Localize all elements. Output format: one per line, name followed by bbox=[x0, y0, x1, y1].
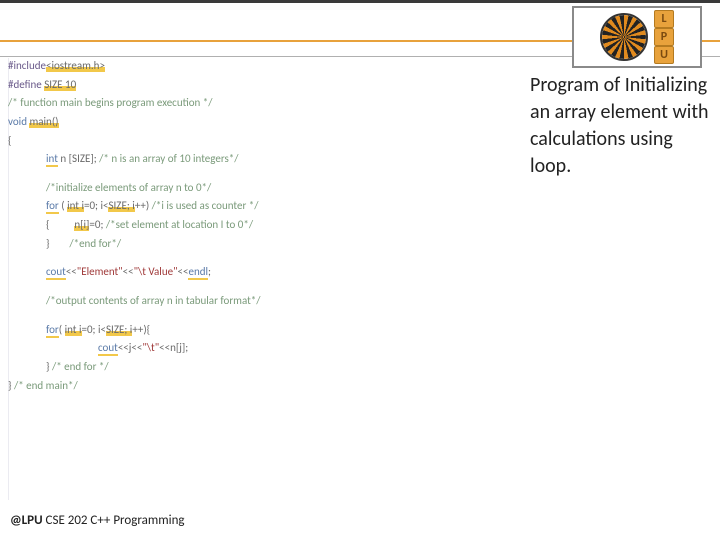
code-include: #include bbox=[8, 59, 46, 72]
code-cout1-op2: << bbox=[123, 265, 134, 278]
code-for2-p2: =0; i< bbox=[82, 323, 107, 336]
logo: L P U bbox=[572, 6, 702, 68]
code-for1-end-brace: } bbox=[46, 237, 69, 250]
code-for1: for bbox=[46, 199, 59, 214]
code-int: int bbox=[46, 152, 58, 167]
code-cout1-s1: "Element" bbox=[77, 265, 123, 278]
code-brace-open: { bbox=[8, 135, 508, 148]
code-cout1: cout bbox=[46, 265, 66, 280]
code-init-cmt: /*initialize elements of array n to 0*/ bbox=[8, 182, 508, 195]
code-for2-p3: ++){ bbox=[132, 323, 150, 336]
code-main-end-cmt: /* end main*/ bbox=[14, 379, 78, 392]
code-cout1-op1: << bbox=[66, 265, 77, 278]
code-assign-cmt: /*set element at location I to 0*/ bbox=[106, 218, 253, 231]
code-for2-decl: int i bbox=[65, 323, 82, 336]
code-define: #define bbox=[8, 78, 44, 91]
code-for1-decl: int i bbox=[67, 199, 84, 212]
code-for1-p3: ++) bbox=[135, 199, 152, 212]
code-decl: n [SIZE]; bbox=[58, 152, 99, 165]
code-for2-end-cmt: /* end for */ bbox=[52, 360, 109, 373]
tile-p: P bbox=[654, 28, 674, 46]
code-include-header: <iostream.h> bbox=[46, 59, 105, 72]
footer-rest: CSE 202 C++ Programming bbox=[43, 513, 185, 528]
code-for1-body-brace: { bbox=[46, 218, 74, 231]
tile-l: L bbox=[654, 10, 674, 28]
code-for1-cmt: /*i is used as counter */ bbox=[152, 199, 259, 212]
code-block: #include<iostream.h> #define SIZE 10 /* … bbox=[8, 60, 508, 398]
code-cout2-rest: <<n[j]; bbox=[159, 341, 188, 354]
code-cout2: cout bbox=[98, 341, 118, 356]
footer-bold: @LPU bbox=[10, 513, 43, 528]
code-cout1-semi: ; bbox=[208, 265, 211, 278]
sunburst-icon bbox=[600, 13, 648, 61]
code-decl-cmt: /* n is an array of 10 integers*/ bbox=[99, 152, 238, 165]
code-assign: n[i] bbox=[74, 218, 89, 231]
code-assign-rest: =0; bbox=[89, 218, 105, 231]
code-for2-cond: SIZE; i bbox=[106, 323, 132, 336]
code-cout1-op3: << bbox=[178, 265, 189, 278]
code-for2: for bbox=[46, 323, 59, 338]
tile-u: U bbox=[654, 46, 674, 64]
code-main: main() bbox=[29, 115, 58, 128]
code-comment-main: /* function main begins program executio… bbox=[8, 97, 508, 110]
code-endl: endl bbox=[188, 265, 208, 280]
slide-title: Program of Initializing an array element… bbox=[530, 72, 710, 180]
code-define-val: SIZE 10 bbox=[44, 78, 76, 91]
code-cout2-s1: "\t" bbox=[142, 341, 159, 354]
code-cout2-op1: <<j<< bbox=[118, 341, 143, 354]
code-for2-p1: ( bbox=[59, 323, 65, 336]
code-for1-cond: SIZE; i bbox=[108, 199, 134, 212]
code-cout1-s2: "\t Value" bbox=[134, 265, 178, 278]
code-void: void bbox=[8, 115, 29, 128]
code-for1-p2: =0; i< bbox=[84, 199, 109, 212]
code-output-cmt: /*output contents of array n in tabular … bbox=[8, 295, 508, 308]
code-for1-p1: ( bbox=[59, 199, 67, 212]
code-for1-end-cmt: /*end for*/ bbox=[69, 237, 121, 250]
lpu-tiles: L P U bbox=[654, 10, 674, 64]
footer: @LPU CSE 202 C++ Programming bbox=[10, 513, 185, 528]
